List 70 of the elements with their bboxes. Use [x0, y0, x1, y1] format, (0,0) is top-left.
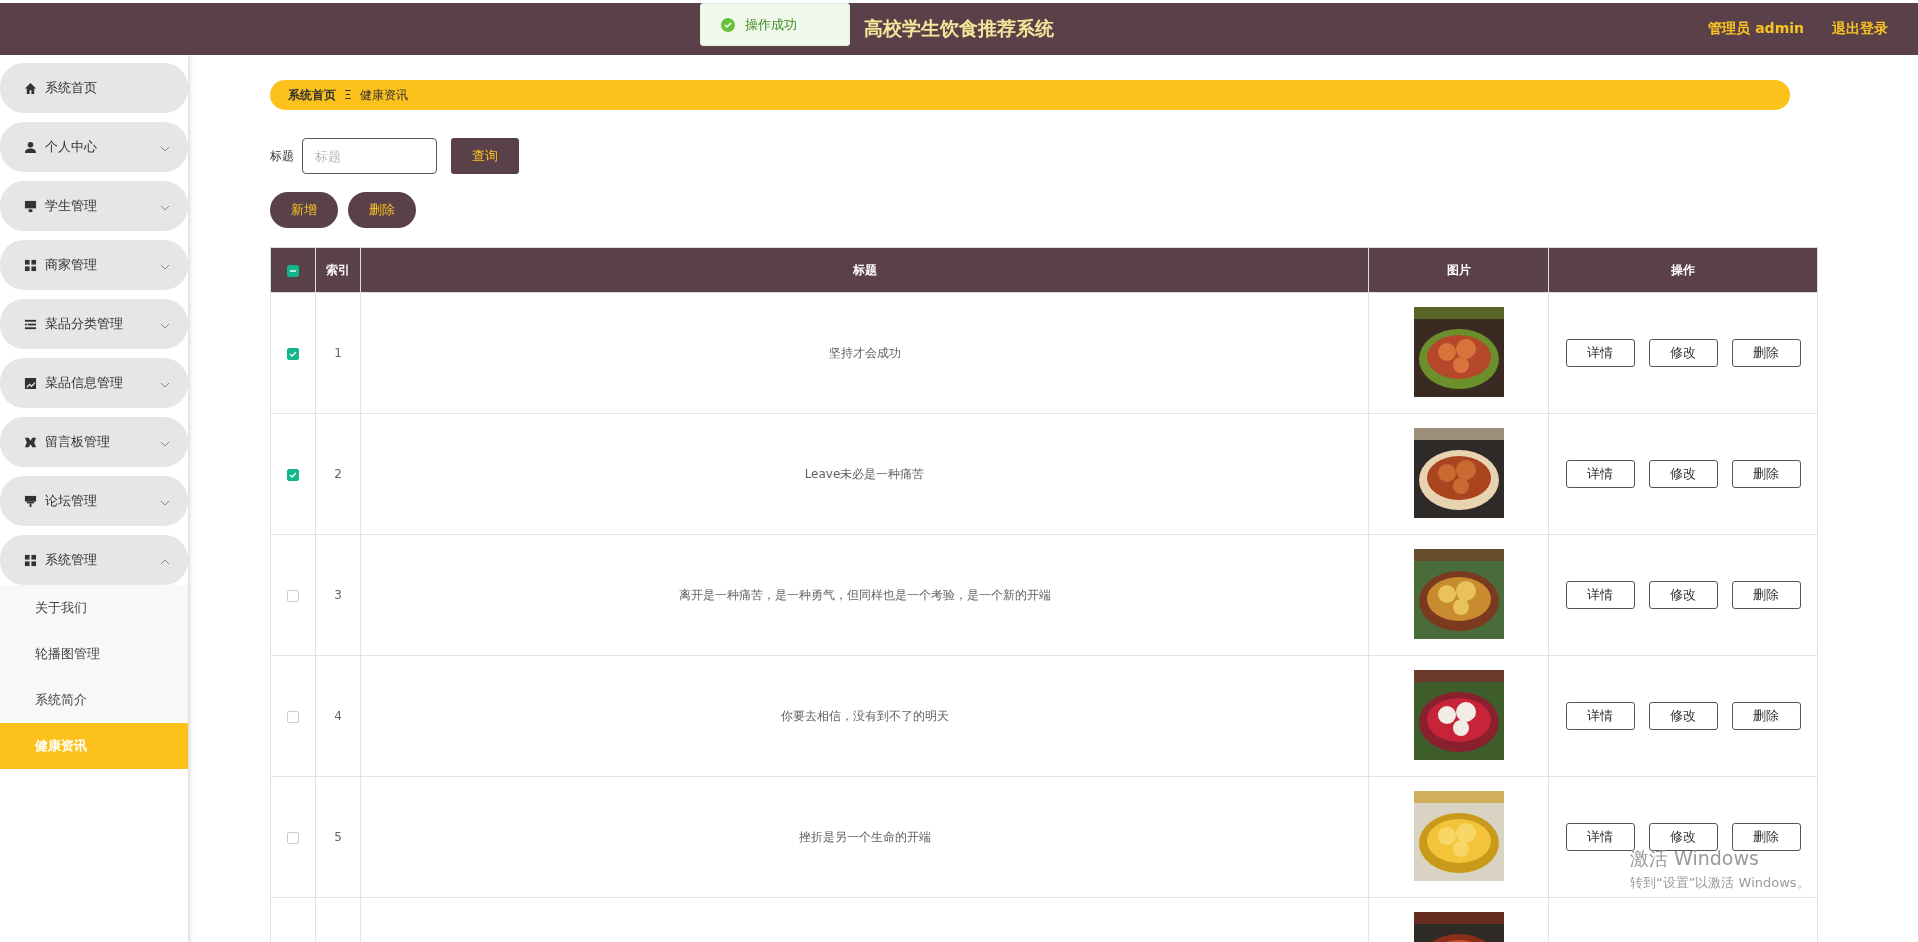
- delete-button[interactable]: 删除: [1731, 460, 1801, 488]
- menu-item[interactable]: 学生管理: [0, 181, 188, 231]
- field-label: 标题: [270, 147, 294, 165]
- admin-user: 管理员 admin: [1708, 20, 1804, 38]
- delete-button[interactable]: 删除: [1731, 339, 1801, 367]
- select-all-checkbox[interactable]: [287, 264, 299, 277]
- title-cell: Leave未必是一种痛苦: [360, 413, 1369, 535]
- menu-item[interactable]: 系统首页: [0, 63, 188, 113]
- column-header: 操作: [1548, 247, 1818, 293]
- home-icon: [24, 81, 37, 95]
- detail-button[interactable]: 详情: [1565, 823, 1635, 851]
- detail-button[interactable]: 详情: [1565, 581, 1635, 609]
- detail-button[interactable]: 详情: [1565, 460, 1635, 488]
- index-cell: 3: [315, 534, 361, 656]
- logout-link[interactable]: 退出登录: [1832, 20, 1888, 38]
- menu-item[interactable]: 论坛管理: [0, 476, 188, 526]
- row-checkbox[interactable]: [287, 589, 299, 602]
- title-cell: 离开是一种痛苦，是一种勇气，但同样也是一个考验，是一个新的开端: [360, 534, 1369, 656]
- check-icon: [721, 17, 735, 32]
- title-cell: 坚持才会成功: [360, 292, 1369, 414]
- menu-item[interactable]: 商家管理: [0, 240, 188, 290]
- submenu-item[interactable]: 轮播图管理: [0, 631, 188, 677]
- row-checkbox[interactable]: [287, 347, 299, 360]
- menu-item[interactable]: 菜品分类管理: [0, 299, 188, 349]
- chart-icon: [24, 376, 37, 390]
- index-cell: 4: [315, 655, 361, 777]
- ticket-icon: [24, 435, 37, 449]
- grid-icon: [24, 553, 37, 567]
- delete-button[interactable]: 删除: [1731, 823, 1801, 851]
- detail-button[interactable]: 详情: [1565, 339, 1635, 367]
- search-button[interactable]: 查询: [451, 138, 519, 174]
- column-header: 图片: [1368, 247, 1549, 293]
- edit-button[interactable]: 修改: [1648, 702, 1718, 730]
- menu-item[interactable]: 菜品信息管理: [0, 358, 188, 408]
- detail-button[interactable]: 详情: [1565, 702, 1635, 730]
- title-cell: 你要去相信，没有到不了的明天: [360, 655, 1369, 777]
- app-title: 高校学生饮食推荐系统: [864, 16, 1054, 41]
- index-cell: 5: [315, 776, 361, 898]
- index-cell: 2: [315, 413, 361, 535]
- delete-button[interactable]: 删除: [1731, 581, 1801, 609]
- edit-button[interactable]: 修改: [1648, 581, 1718, 609]
- column-header: 索引: [315, 247, 361, 293]
- grid-icon: [24, 258, 37, 272]
- breadcrumb-link[interactable]: 系统首页: [288, 86, 336, 104]
- submenu-item[interactable]: 关于我们: [0, 585, 188, 631]
- edit-button[interactable]: 修改: [1648, 460, 1718, 488]
- monitor-icon: [24, 199, 37, 213]
- user-icon: [24, 140, 37, 154]
- list-icon: [24, 317, 37, 331]
- delete-button[interactable]: 删除: [1731, 702, 1801, 730]
- row-checkbox[interactable]: [287, 468, 299, 481]
- menu-item[interactable]: 留言板管理: [0, 417, 188, 467]
- stand-icon: [24, 494, 37, 508]
- index-cell: 1: [315, 292, 361, 414]
- row-checkbox[interactable]: [287, 710, 299, 723]
- edit-button[interactable]: 修改: [1648, 339, 1718, 367]
- column-header: 标题: [360, 247, 1369, 293]
- toast-message: 操作成功: [745, 15, 797, 34]
- breadcrumb-current: 健康资讯: [359, 86, 408, 104]
- add-button[interactable]: 新增: [270, 192, 338, 228]
- row-checkbox[interactable]: [287, 831, 299, 844]
- breadcrumb-separator: Ξ: [344, 88, 352, 102]
- menu-item[interactable]: 系统管理: [0, 535, 188, 585]
- delete-button[interactable]: 删除: [348, 192, 416, 228]
- search-field[interactable]: 标题: [302, 138, 437, 174]
- edit-button[interactable]: 修改: [1648, 823, 1718, 851]
- submenu-item[interactable]: 系统简介: [0, 677, 188, 723]
- title-cell: 挫折是另一个生命的开端: [360, 776, 1369, 898]
- activation-hint: 转到“设置”以激活 Windows。: [1630, 874, 1810, 892]
- menu-item[interactable]: 个人中心: [0, 122, 188, 172]
